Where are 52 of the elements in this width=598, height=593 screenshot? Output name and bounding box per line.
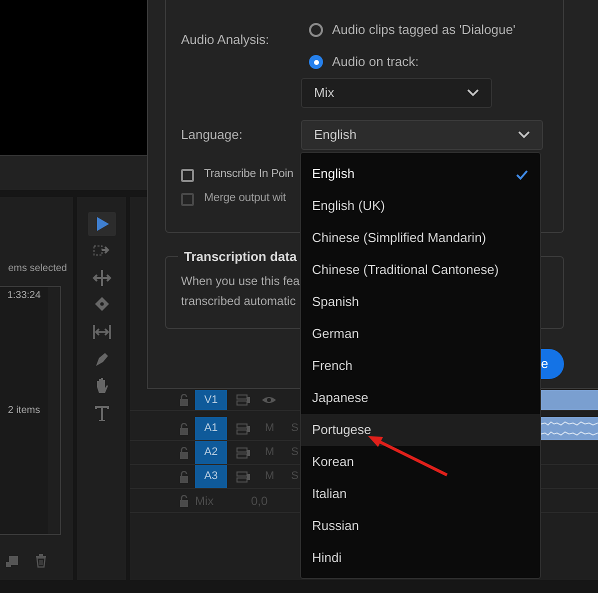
menu-item[interactable]: Chinese (Simplified Mandarin) [301,222,540,254]
select-tool-icon[interactable] [88,212,116,236]
audio-analysis-label: Audio Analysis: [181,31,270,49]
sync-lock-icon[interactable] [236,394,250,406]
menu-item[interactable]: Korean [301,446,540,478]
track-target[interactable]: A2 [195,441,227,464]
menu-item[interactable]: Portugese [301,414,540,446]
trash-icon[interactable] [35,554,47,568]
lock-icon[interactable] [179,394,189,406]
selection-count: ems selected [8,262,67,276]
chevron-down-icon [518,131,530,139]
language-dropdown[interactable]: English [301,120,543,150]
radio-button[interactable] [309,23,323,37]
track-target[interactable]: V1 [195,390,227,410]
language-label: Language: [181,126,244,144]
menu-item[interactable]: English [301,158,540,190]
checkbox-label: Transcribe In Poin [204,167,294,182]
checkbox-label: Merge output wit [204,191,286,206]
track-dropdown[interactable]: Mix [301,78,492,108]
track-target[interactable]: A3 [195,465,227,488]
description-text: transcribed automatic [181,293,296,310]
description-text: When you use this fea [181,273,300,290]
menu-item[interactable]: German [301,318,540,350]
lock-icon[interactable] [179,470,189,482]
video-clip[interactable] [541,390,598,410]
duration-text: 1:33:24 [7,289,41,303]
checkmark-icon [516,168,528,180]
item-count: 2 items [8,404,40,418]
eye-icon[interactable] [261,395,277,405]
menu-item[interactable]: French [301,350,540,382]
sync-lock-icon[interactable] [236,470,250,482]
radio-button[interactable] [309,55,323,69]
radio-label: Audio on track: [332,53,419,72]
track-target[interactable]: A1 [195,417,227,440]
checkbox[interactable] [181,168,194,182]
chevron-down-icon [467,89,479,97]
primary-button[interactable]: e [541,349,564,379]
lock-icon[interactable] [179,494,189,506]
menu-item[interactable]: English (UK) [301,190,540,222]
radio-label: Audio clips tagged as 'Dialogue' [332,21,516,40]
audio-clip[interactable] [541,417,598,440]
new-item-icon[interactable] [6,555,18,567]
sync-lock-icon[interactable] [236,422,250,434]
menu-item[interactable]: Japanese [301,382,540,414]
sync-lock-icon[interactable] [236,446,250,458]
lock-icon[interactable] [179,422,189,434]
menu-item[interactable]: Spanish [301,286,540,318]
menu-item[interactable]: Hindi [301,542,540,574]
menu-item[interactable]: Italian [301,478,540,510]
menu-item[interactable]: Russian [301,510,540,542]
menu-item[interactable]: Chinese (Traditional Cantonese) [301,254,540,286]
lock-icon[interactable] [179,446,189,458]
